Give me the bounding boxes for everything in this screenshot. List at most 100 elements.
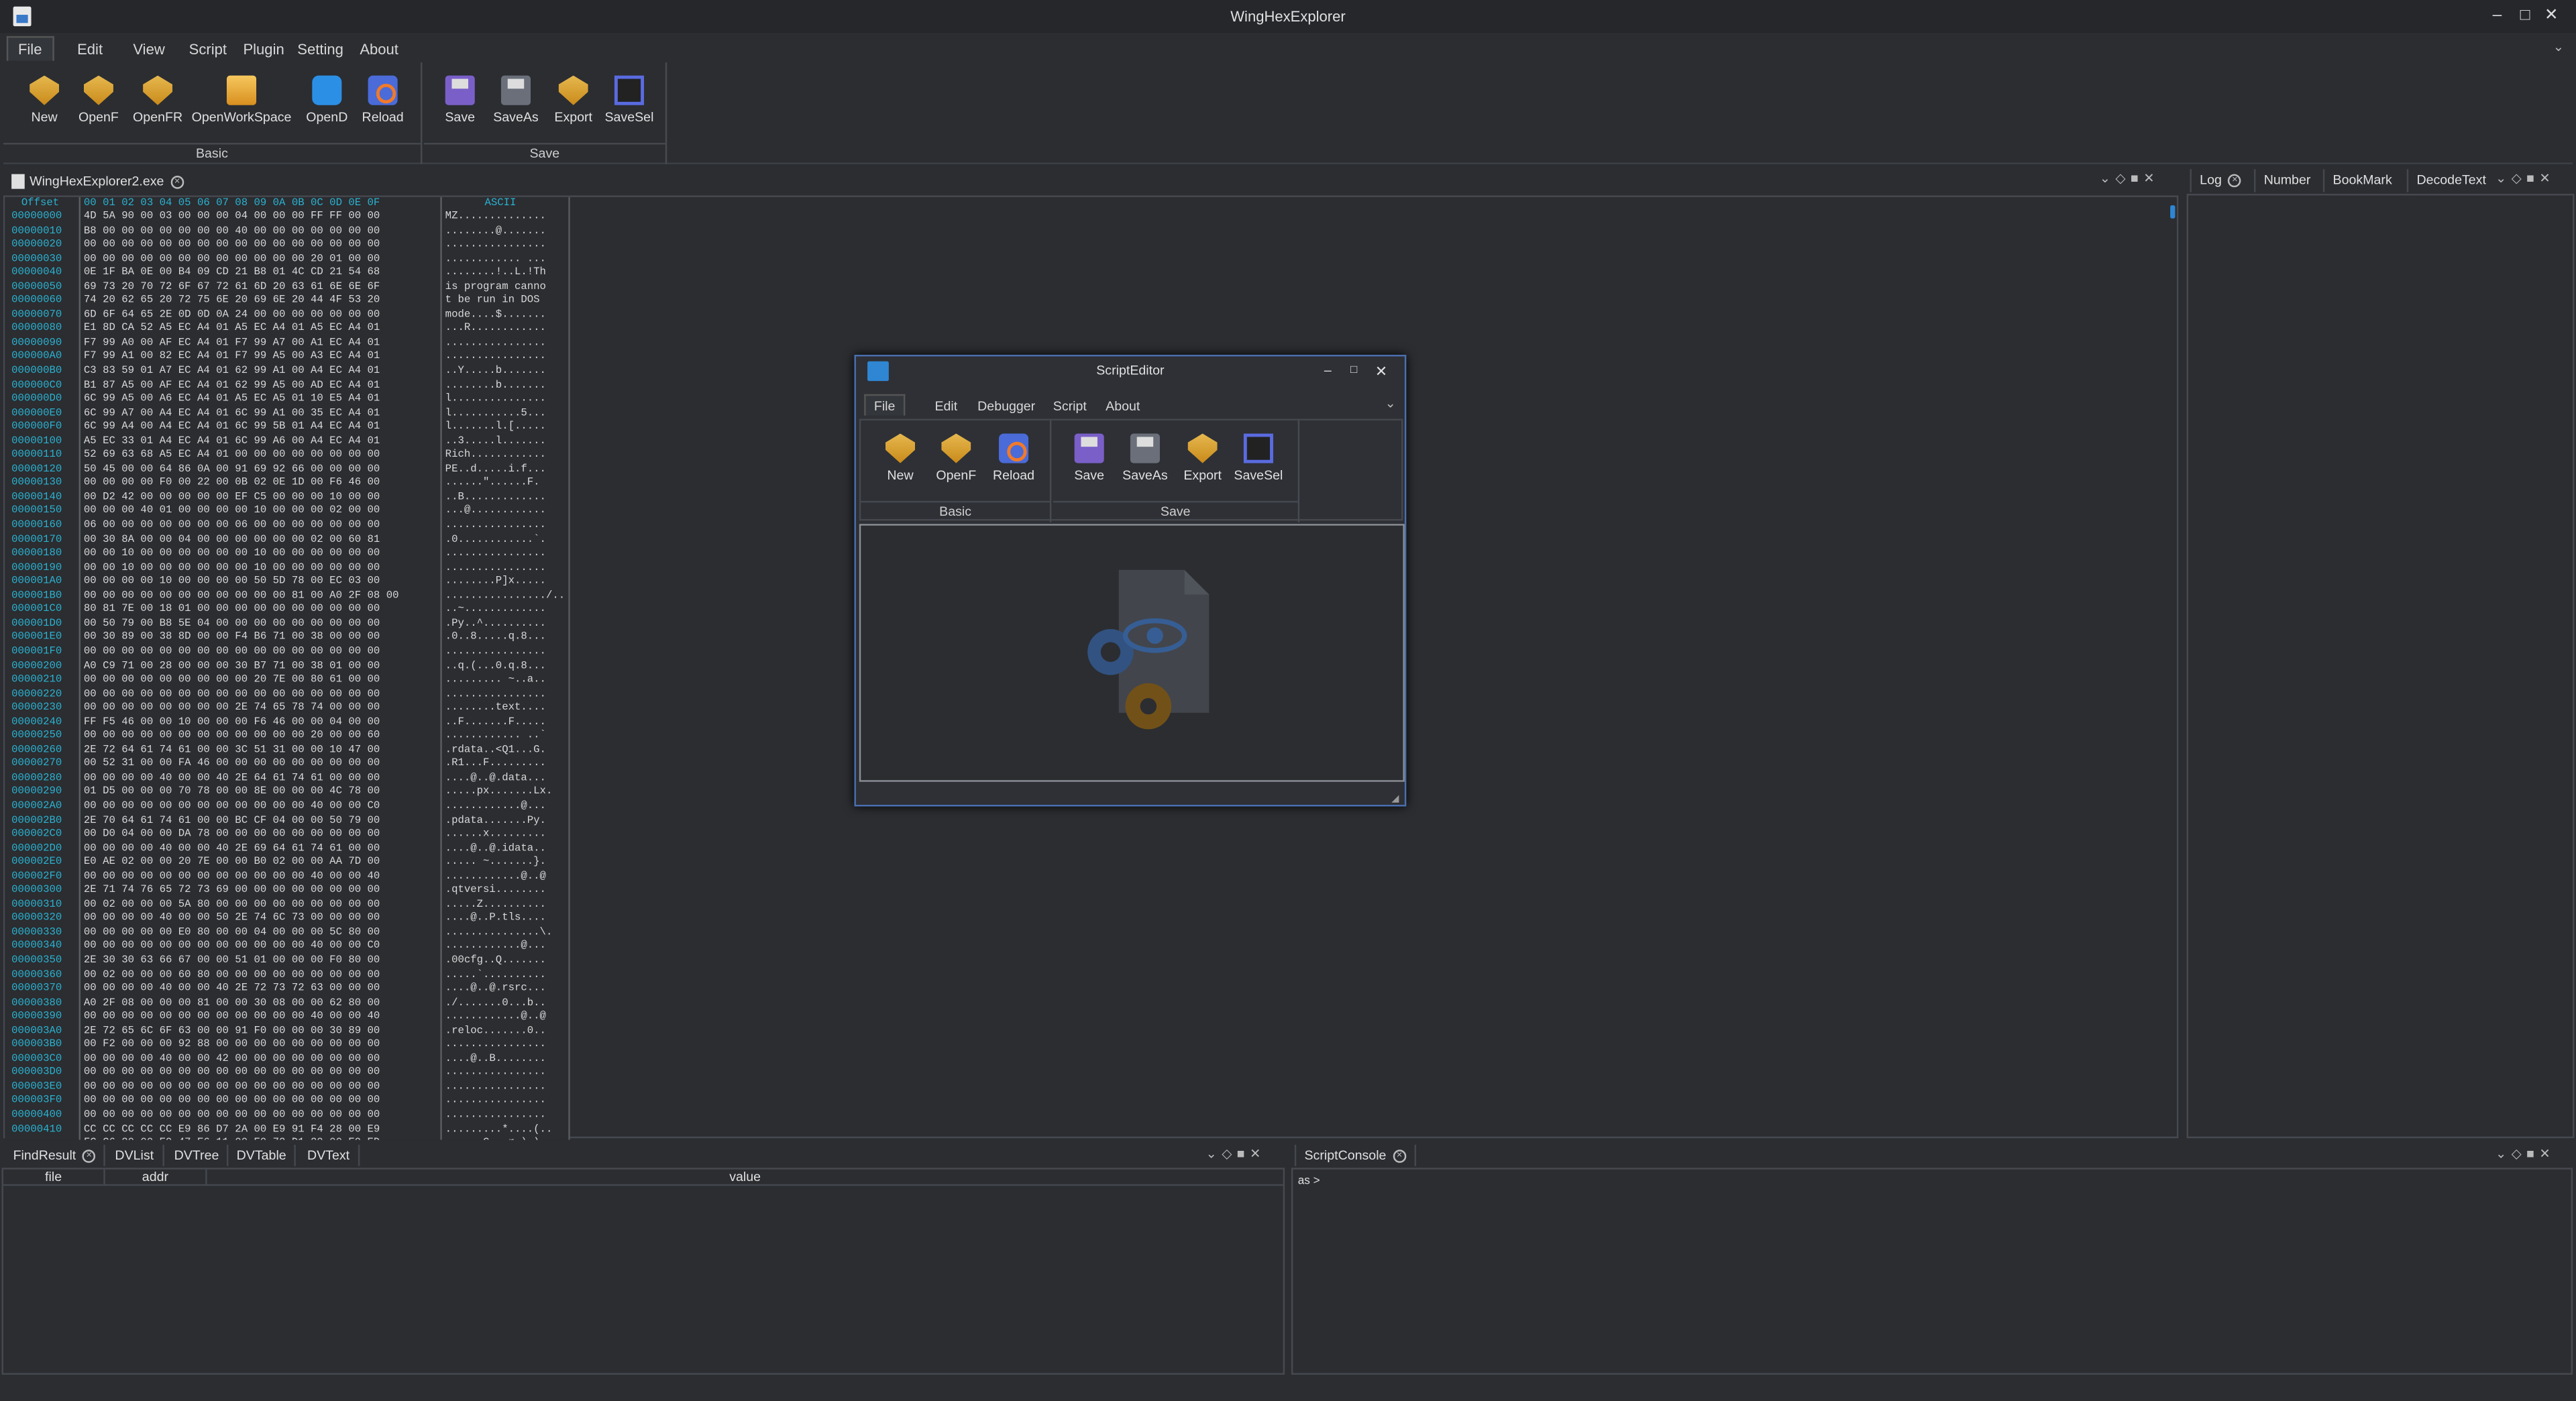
menu-script[interactable]: Script [177, 36, 238, 61]
save-selection-label: SaveSel [604, 110, 654, 125]
tab-dvtable[interactable]: DVTable [228, 1144, 297, 1166]
dialog-export-label: Export [1183, 467, 1222, 484]
bottom-dock: FindResult × DVList DVTree DVTable DVText… [0, 1144, 2576, 1383]
open-workspace-button[interactable]: OpenWorkSpace [191, 75, 292, 142]
dialog-group-title-basic: Basic [861, 500, 1050, 520]
dialog-menu-edit[interactable]: Edit [925, 394, 967, 416]
export-button[interactable]: Export [549, 75, 598, 142]
float-icon[interactable]: ◇ [2116, 171, 2131, 186]
console-pin-icon[interactable]: ■ [2526, 1146, 2539, 1161]
resize-grip-icon[interactable]: ◢ [1391, 793, 1399, 805]
dialog-group-title-save: Save [1053, 500, 1298, 520]
right-pin-icon[interactable]: ■ [2526, 171, 2539, 186]
script-console[interactable]: as > [1291, 1168, 2573, 1375]
find-result-table[interactable]: file addr value [1, 1168, 1285, 1375]
open-workspace-label: OpenWorkSpace [191, 110, 292, 125]
document-tab-label: WingHexExplorer2.exe [30, 174, 164, 189]
menu-file[interactable]: File [6, 36, 54, 61]
dialog-export-icon [1187, 433, 1218, 463]
new-label: New [31, 110, 58, 125]
dialog-ribbon-collapse-icon[interactable]: ⌄ [1385, 396, 1395, 410]
dialog-savesel-label: SaveSel [1234, 467, 1283, 484]
hex-bytes-column[interactable]: 4D 5A 90 00 03 00 00 00 04 00 00 00 FF F… [84, 210, 435, 1139]
console-tab-list-icon[interactable]: ⌄ [2496, 1146, 2512, 1161]
dialog-close-button[interactable]: ✕ [1375, 356, 1387, 386]
tab-decodetext[interactable]: DecodeText [2406, 169, 2494, 192]
right-close-icon[interactable]: ✕ [2539, 171, 2555, 186]
close-panel-icon[interactable]: ✕ [2143, 171, 2159, 186]
save-button[interactable]: Save [440, 75, 480, 142]
new-button[interactable]: New [23, 75, 66, 142]
menu-about[interactable]: About [348, 36, 410, 61]
dialog-reload-button[interactable]: Reload [989, 433, 1038, 500]
column-file[interactable]: file [3, 1169, 105, 1186]
right-float-icon[interactable]: ◇ [2512, 171, 2526, 186]
pin-icon[interactable]: ■ [2131, 171, 2143, 186]
ascii-column[interactable]: MZ.............. ........@....... ......… [445, 210, 570, 1139]
reload-button[interactable]: Reload [358, 75, 407, 142]
dialog-saveas-button[interactable]: SaveAs [1119, 433, 1171, 500]
bottom-pin-icon[interactable]: ■ [1237, 1146, 1250, 1161]
tab-dvlist[interactable]: DVList [107, 1144, 164, 1166]
maximize-button[interactable]: □ [2512, 3, 2538, 30]
close-tab-icon[interactable]: × [170, 175, 184, 189]
dialog-openf-button[interactable]: OpenF [933, 433, 979, 500]
dialog-maximize-button[interactable]: □ [1350, 356, 1357, 386]
tab-list-icon[interactable]: ⌄ [2100, 171, 2116, 186]
ribbon-collapse-icon[interactable]: ⌄ [2553, 40, 2564, 54]
menu-setting[interactable]: Setting [286, 36, 355, 61]
save-selection-button[interactable]: SaveSel [604, 75, 654, 142]
open-file-label: OpenF [78, 110, 119, 125]
dialog-savesel-button[interactable]: SaveSel [1234, 433, 1283, 500]
column-value[interactable]: value [207, 1170, 1283, 1186]
tab-scriptconsole[interactable]: ScriptConsole × [1294, 1144, 1416, 1166]
document-tab[interactable]: WingHexExplorer2.exe × [7, 171, 191, 192]
dialog-reload-label: Reload [992, 467, 1035, 484]
tab-bookmark[interactable]: BookMark [2322, 169, 2400, 192]
menu-view[interactable]: View [121, 36, 176, 61]
hex-view[interactable]: Offset 00 01 02 03 04 05 06 07 08 09 0A … [5, 197, 570, 1140]
dialog-save-button[interactable]: Save [1069, 433, 1109, 500]
column-addr[interactable]: addr [105, 1169, 207, 1186]
status-bar [0, 1380, 2576, 1401]
right-tab-list-icon[interactable]: ⌄ [2496, 171, 2512, 186]
dialog-title-bar: ScriptEditor – □ ✕ [856, 356, 1405, 386]
hex-view-edge [568, 197, 570, 1140]
offset-column: 00000000 00000010 00000020 00000030 0000… [11, 210, 62, 1135]
dialog-minimize-button[interactable]: – [1324, 356, 1332, 386]
dialog-menu-script[interactable]: Script [1043, 394, 1096, 416]
close-findresult-icon[interactable]: × [83, 1150, 96, 1163]
minimize-button[interactable]: – [2484, 3, 2510, 30]
bottom-float-icon[interactable]: ◇ [1222, 1146, 1236, 1161]
dialog-menu-file[interactable]: File [864, 394, 906, 416]
tab-number[interactable]: Number [2254, 169, 2319, 192]
watermark-logo-icon [1087, 569, 1210, 730]
script-editor-area[interactable] [859, 524, 1405, 782]
tab-dvtree[interactable]: DVTree [166, 1144, 229, 1166]
tab-dvtext[interactable]: DVText [299, 1144, 360, 1166]
scrollbar-handle[interactable] [2170, 205, 2176, 219]
dialog-new-button[interactable]: New [881, 433, 920, 500]
close-console-icon[interactable]: × [1393, 1150, 1406, 1163]
tab-log[interactable]: Log × [2190, 169, 2249, 192]
dialog-menu-about[interactable]: About [1095, 394, 1150, 416]
save-as-button[interactable]: SaveAs [490, 75, 542, 142]
open-driver-button[interactable]: OpenD [303, 75, 352, 142]
close-button[interactable]: ✕ [2538, 3, 2565, 30]
save-label: Save [445, 110, 476, 125]
open-file-readonly-button[interactable]: OpenFR [131, 75, 184, 142]
console-close-icon[interactable]: ✕ [2539, 1146, 2555, 1161]
ascii-divider [440, 197, 442, 1140]
open-driver-label: OpenD [306, 110, 348, 125]
dialog-export-button[interactable]: Export [1178, 433, 1227, 500]
dialog-menu-debugger[interactable]: Debugger [967, 394, 1044, 416]
close-log-icon[interactable]: × [2228, 174, 2242, 187]
open-file-button[interactable]: OpenF [76, 75, 122, 142]
bottom-close-icon[interactable]: ✕ [1250, 1146, 1266, 1161]
tab-findresult[interactable]: FindResult × [5, 1144, 106, 1166]
bottom-tab-list-icon[interactable]: ⌄ [1206, 1146, 1222, 1161]
dialog-openf-label: OpenF [936, 467, 977, 484]
console-float-icon[interactable]: ◇ [2512, 1146, 2526, 1161]
menu-edit[interactable]: Edit [66, 36, 114, 61]
export-label: Export [554, 110, 593, 125]
